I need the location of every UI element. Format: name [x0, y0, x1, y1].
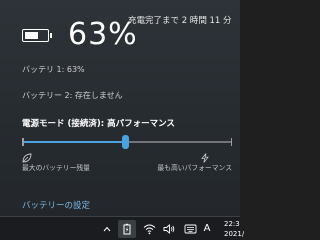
battery-settings-link[interactable]: バッテリーの設定	[22, 199, 90, 211]
battery-flyout: 63% 充電完了まで 2 時間 11 分 バッテリ 1: 63% バッテリー 2…	[0, 0, 240, 216]
clock-date: 2021/1	[224, 230, 244, 238]
ime-icon[interactable]	[181, 220, 199, 238]
taskbar-clock[interactable]: 22:3 2021/1	[224, 219, 244, 240]
clock-time: 22:3	[224, 220, 240, 228]
slider-tick	[230, 138, 232, 146]
charge-time-remaining: 充電完了まで 2 時間 11 分	[128, 16, 232, 26]
battery-level-fill	[25, 32, 38, 39]
taskbar: A 22:3 2021/1	[0, 217, 244, 240]
slider-track-filled	[22, 141, 125, 143]
power-mode-slider[interactable]	[22, 135, 232, 149]
input-language-indicator[interactable]: A	[200, 220, 214, 238]
battery-1-status: バッテリ 1: 63%	[22, 65, 85, 74]
slider-tick	[22, 138, 24, 146]
battery-charging-icon[interactable]	[118, 220, 136, 238]
wifi-icon[interactable]	[140, 220, 158, 238]
chevron-up-icon[interactable]	[98, 220, 116, 238]
battery-icon	[22, 29, 52, 42]
battery-2-status: バッテリー 2: 存在しません	[22, 91, 123, 100]
slider-thumb[interactable]	[121, 135, 129, 149]
volume-icon[interactable]	[160, 220, 178, 238]
slider-left-label: 最大のバッテリー残量	[22, 164, 90, 172]
slider-track-empty	[124, 141, 232, 143]
power-mode-label: 電源モード (接続済): 高パフォーマンス	[22, 119, 175, 129]
slider-right-label: 最も高いパフォーマンス	[157, 164, 232, 172]
